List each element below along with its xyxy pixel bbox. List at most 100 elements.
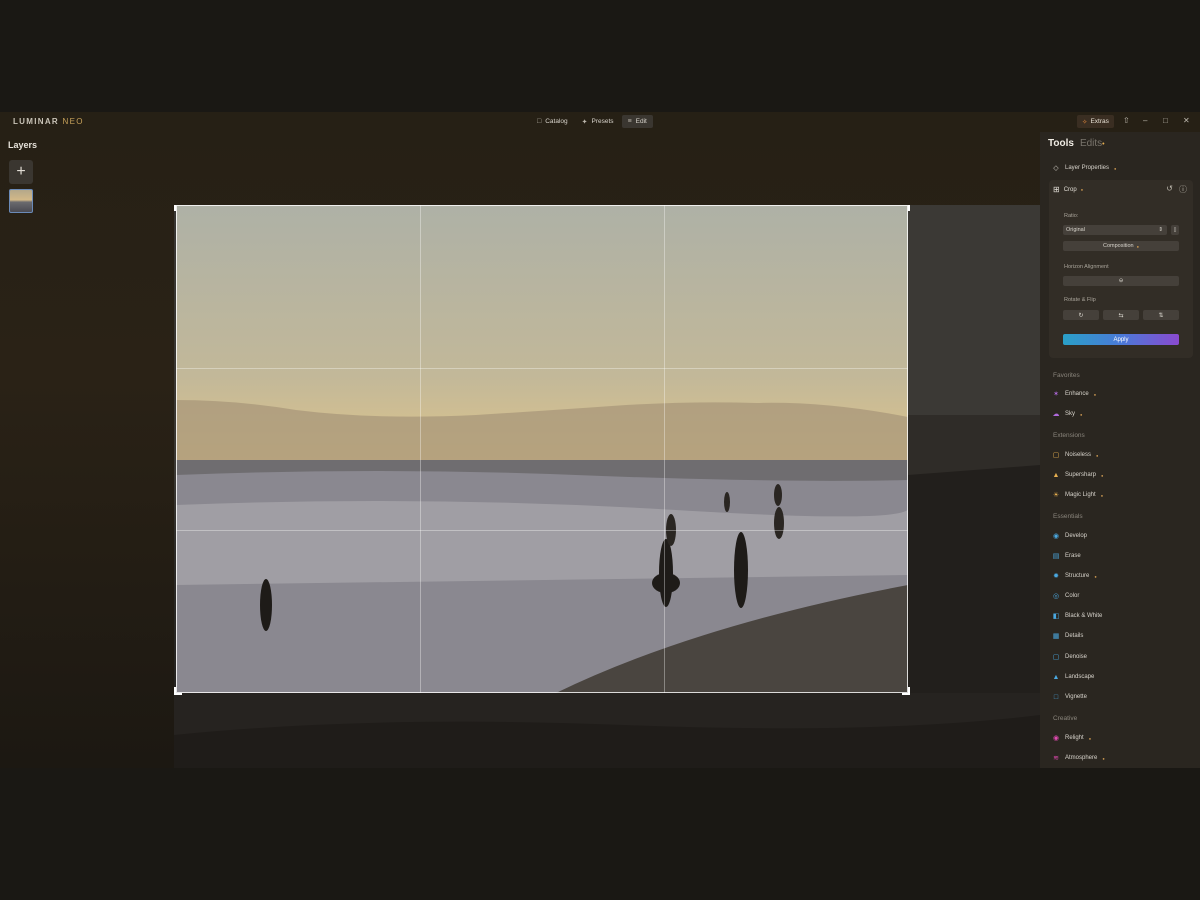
flip-horizontal-icon: ⇆: [1118, 312, 1124, 319]
title-bar: LUMINAR NEO □ Catalog ✦ Presets ≡ Edit ✧…: [0, 112, 1200, 132]
rotate-label: Rotate & Flip: [1064, 297, 1096, 303]
tool-develop[interactable]: ◉ Develop: [1052, 532, 1087, 540]
rotate-button[interactable]: ↻: [1063, 310, 1099, 320]
tool-magic-light[interactable]: ☀ Magic Light ●: [1052, 491, 1103, 499]
section-favorites: Favorites: [1053, 372, 1080, 379]
horizon-label: Horizon Alignment: [1064, 264, 1109, 270]
landscape-icon: ▲: [1052, 673, 1060, 681]
nav-presets[interactable]: ✦ Presets: [576, 115, 620, 128]
tool-label: Atmosphere: [1065, 755, 1098, 761]
info-icon[interactable]: ⓘ: [1179, 184, 1187, 195]
nav-edit-label: Edit: [635, 118, 647, 125]
crop-title: Crop: [1063, 186, 1077, 193]
pro-badge: ●: [1080, 411, 1083, 417]
horizon-button[interactable]: ⊖: [1063, 276, 1179, 286]
crop-header[interactable]: ⊞ Crop ●: [1053, 185, 1083, 194]
flip-horizontal-button[interactable]: ⇆: [1103, 310, 1139, 320]
composition-button[interactable]: Composition ●: [1063, 241, 1179, 251]
tool-structure[interactable]: ✹ Structure ●: [1052, 572, 1097, 580]
tool-label: Relight: [1065, 735, 1084, 741]
extras-icon: ✧: [1082, 118, 1088, 126]
ratio-value: Original: [1066, 227, 1085, 233]
crop-icon: ⊞: [1053, 185, 1060, 194]
atmosphere-icon: ≋: [1053, 755, 1059, 762]
pro-badge: ●: [1102, 755, 1105, 761]
extras-label: Extras: [1090, 118, 1109, 125]
tool-label: Color: [1065, 593, 1080, 599]
layer-thumbnail[interactable]: [9, 189, 33, 213]
tool-denoise[interactable]: ▢ Denoise: [1052, 653, 1087, 661]
tool-label: Supersharp: [1065, 472, 1097, 478]
add-layer-button[interactable]: +: [9, 160, 33, 184]
details-icon: ▦: [1052, 633, 1060, 640]
section-creative: Creative: [1053, 715, 1078, 722]
crop-header-actions: ↺ ⓘ: [1166, 184, 1187, 195]
tool-details[interactable]: ▦ Details: [1052, 632, 1084, 640]
crop-frame[interactable]: [176, 205, 908, 693]
restore-icon[interactable]: □: [1163, 116, 1168, 125]
tool-atmosphere[interactable]: ≋ Atmosphere ●: [1052, 754, 1105, 762]
section-extensions: Extensions: [1053, 432, 1085, 439]
tab-tools[interactable]: Tools: [1048, 138, 1074, 149]
tool-noiseless[interactable]: ▢ Noiseless ●: [1052, 451, 1099, 459]
tool-landscape[interactable]: ▲ Landscape: [1052, 673, 1095, 681]
layer-properties-label: Layer Properties: [1065, 165, 1110, 171]
tool-label: Structure: [1065, 573, 1090, 579]
logo-text: LUMINAR: [13, 117, 59, 126]
minimize-icon[interactable]: –: [1143, 116, 1147, 125]
tool-layer-properties[interactable]: ◇ Layer Properties ●: [1052, 164, 1116, 172]
orientation-icon: ▯: [1173, 227, 1177, 233]
tool-label: Landscape: [1065, 674, 1095, 680]
noiseless-icon: ▢: [1052, 452, 1060, 459]
tool-enhance[interactable]: ✶ Enhance ●: [1052, 390, 1096, 398]
sky-icon: ☁: [1052, 411, 1060, 418]
panel-tabs: Tools Edits•: [1048, 138, 1105, 149]
sliders-icon: ≡: [627, 118, 632, 125]
crop-handle-br[interactable]: [902, 687, 910, 695]
nav-catalog[interactable]: □ Catalog: [531, 115, 574, 128]
horizon-icon: ⊖: [1118, 278, 1124, 284]
crop-handle-tr[interactable]: [902, 205, 910, 211]
nav-presets-label: Presets: [591, 118, 614, 125]
tool-label: Denoise: [1065, 654, 1088, 660]
pro-badge: ●: [1114, 165, 1117, 171]
tool-supersharp[interactable]: ▲ Supersharp ●: [1052, 471, 1104, 479]
nav-catalog-label: Catalog: [545, 118, 568, 125]
crop-handle-tl[interactable]: [174, 205, 182, 211]
black-white-icon: ◧: [1052, 613, 1060, 620]
crop-handle-bl[interactable]: [174, 687, 182, 695]
composition-label: Composition: [1103, 243, 1134, 249]
magic-light-icon: ☀: [1052, 492, 1060, 499]
nav-edit[interactable]: ≡ Edit: [621, 115, 653, 128]
tools-panel: Tools Edits• ◇ Layer Properties ● ⊞ Crop…: [1040, 132, 1200, 768]
close-icon[interactable]: ✕: [1183, 116, 1190, 125]
reset-icon[interactable]: ↺: [1166, 184, 1173, 195]
tool-vignette[interactable]: □ Vignette: [1052, 693, 1087, 701]
tool-erase[interactable]: ▤ Erase: [1052, 552, 1081, 560]
tool-label: Enhance: [1065, 391, 1089, 397]
luminar-window: LUMINAR NEO □ Catalog ✦ Presets ≡ Edit ✧…: [0, 112, 1200, 768]
flip-vertical-button[interactable]: ⇅: [1143, 310, 1179, 320]
pro-badge: ●: [1100, 492, 1104, 498]
tool-color[interactable]: ◎ Color: [1052, 592, 1079, 600]
ratio-select[interactable]: Original ⇕: [1063, 225, 1167, 235]
tab-edits[interactable]: Edits•: [1080, 138, 1105, 149]
tool-label: Vignette: [1065, 694, 1087, 700]
tool-label: Noiseless: [1065, 452, 1092, 458]
extras-button[interactable]: ✧ Extras: [1077, 115, 1114, 128]
pro-badge: ●: [1093, 391, 1097, 397]
tool-relight[interactable]: ◉ Relight ●: [1052, 734, 1091, 742]
pro-badge: ●: [1101, 472, 1104, 478]
crop-tool-panel: ⊞ Crop ● ↺ ⓘ Ratio: Original ⇕ ▯ Composi…: [1049, 180, 1193, 358]
flip-vertical-icon: ⇅: [1158, 312, 1164, 319]
top-nav: □ Catalog ✦ Presets ≡ Edit: [531, 115, 653, 128]
apply-button[interactable]: Apply: [1063, 334, 1179, 345]
vignette-icon: □: [1053, 693, 1059, 701]
tool-sky[interactable]: ☁ Sky ●: [1052, 410, 1083, 418]
chevron-updown-icon: ⇕: [1158, 227, 1163, 233]
layers-title: Layers: [8, 140, 38, 150]
tool-black-white[interactable]: ◧ Black & White: [1052, 612, 1103, 620]
orientation-button[interactable]: ▯: [1171, 225, 1179, 235]
share-icon[interactable]: ⇧: [1123, 116, 1130, 125]
photo-canvas[interactable]: [174, 205, 1040, 768]
